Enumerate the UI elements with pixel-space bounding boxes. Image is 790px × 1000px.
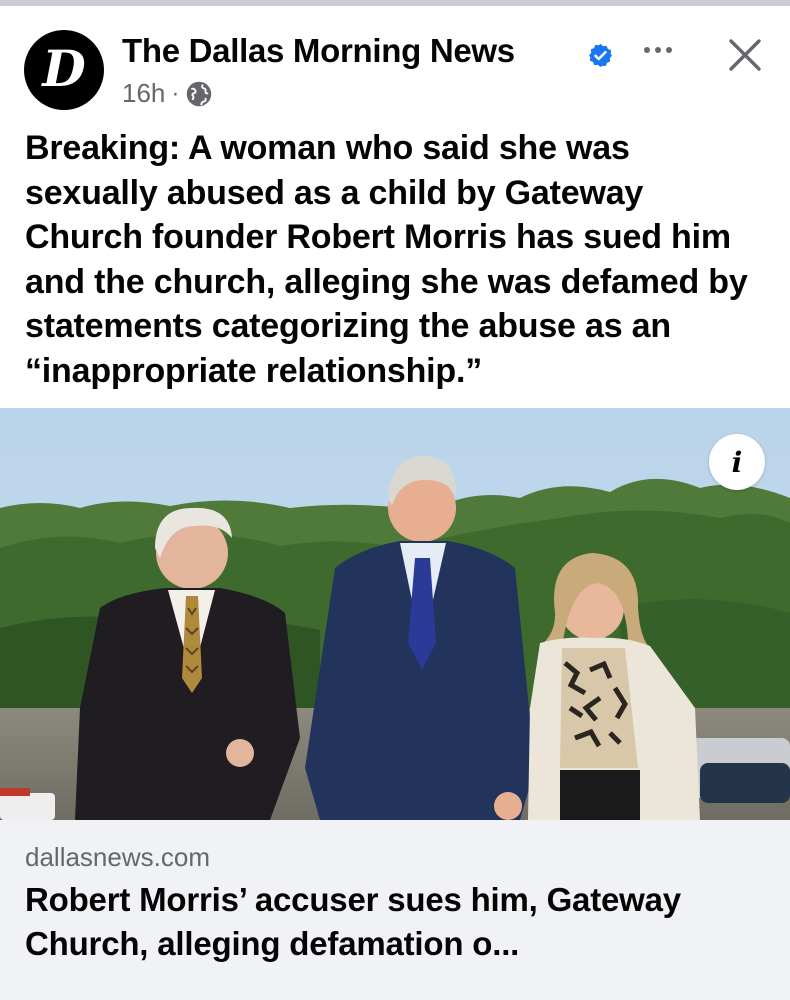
dot-icon bbox=[644, 47, 650, 53]
link-preview[interactable]: dallasnews.com Robert Morris’ accuser su… bbox=[0, 820, 790, 1000]
ad-info-button[interactable]: i bbox=[709, 434, 765, 490]
avatar-logo: D bbox=[42, 39, 86, 98]
meta-separator: · bbox=[171, 79, 180, 107]
dot-icon bbox=[655, 47, 661, 53]
dot-icon bbox=[666, 47, 672, 53]
post-photo[interactable] bbox=[0, 408, 790, 820]
link-domain: dallasnews.com bbox=[25, 842, 210, 872]
close-icon[interactable] bbox=[726, 36, 764, 74]
verified-badge-icon bbox=[589, 44, 612, 67]
post-time[interactable]: 16h bbox=[122, 78, 165, 109]
globe-icon bbox=[187, 81, 212, 106]
link-title: Robert Morris’ accuser sues him, Gateway… bbox=[25, 881, 681, 962]
info-icon: i bbox=[731, 445, 743, 479]
photo-illustration bbox=[0, 408, 790, 820]
page-avatar[interactable]: D bbox=[24, 30, 104, 110]
more-options-button[interactable] bbox=[636, 36, 680, 64]
post-header: D The Dallas Morning News 16h · bbox=[0, 6, 790, 116]
page-name[interactable]: The Dallas Morning News bbox=[122, 32, 515, 70]
post-meta: 16h · bbox=[122, 78, 213, 109]
post-text: Breaking: A woman who said she was sexua… bbox=[25, 129, 748, 390]
